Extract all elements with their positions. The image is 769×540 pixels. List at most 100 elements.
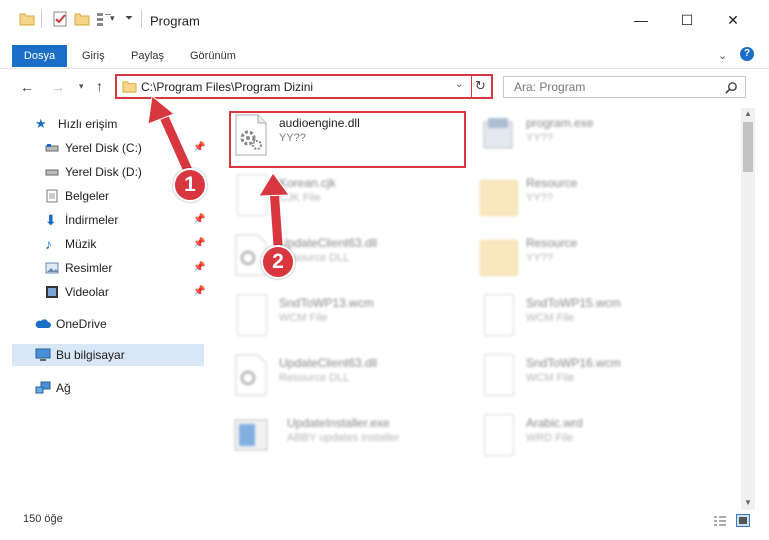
exe-icon	[483, 118, 513, 149]
search-box[interactable]: Ara: Program	[503, 76, 746, 98]
file-type: WRD File	[526, 432, 574, 444]
back-arrow-icon[interactable]: ←	[20, 79, 34, 95]
recent-locations-icon[interactable]: ▾	[79, 81, 84, 92]
minimize-button[interactable]: —	[618, 12, 664, 28]
video-icon	[46, 286, 58, 298]
nav-item-label: Hızlı erişim	[58, 117, 118, 131]
details-view-icon[interactable]	[713, 515, 727, 527]
file-item-sndtowp16[interactable]: SndToWP16.wcm WCM File	[480, 354, 710, 404]
refresh-icon[interactable]: ↻	[475, 78, 486, 94]
dll-gear-icon	[235, 354, 267, 396]
large-icons-view-icon[interactable]	[736, 514, 750, 527]
nav-item-label: Belgeler	[65, 189, 110, 203]
nav-item-label: OneDrive	[56, 317, 107, 331]
separator	[471, 76, 472, 97]
chevron-down-icon[interactable]: ⌄	[455, 79, 463, 90]
file-name: program.exe	[526, 116, 594, 130]
tab-file[interactable]: Dosya	[12, 45, 67, 67]
expand-ribbon-icon[interactable]: ⌄	[718, 49, 727, 62]
file-name: Korean.cjk	[279, 176, 336, 190]
file-item-updateinstaller[interactable]: UpdateInstaller.exe ABBY updates install…	[233, 414, 463, 464]
scrollbar-thumb[interactable]	[743, 122, 753, 172]
help-icon[interactable]: ?	[740, 47, 754, 61]
network-icon	[35, 381, 51, 394]
file-item-resource-folder[interactable]: Resource YY??	[480, 174, 710, 224]
divider	[0, 68, 769, 69]
cloud-icon	[35, 319, 51, 328]
tab-view[interactable]: Görünüm	[190, 45, 236, 67]
nav-item-this-pc[interactable]: Bu bilgisayar	[35, 345, 215, 365]
item-count: 150 öğe	[23, 513, 63, 525]
file-name: SndToWP15.wcm	[526, 296, 621, 310]
nav-item-label: Müzik	[65, 237, 97, 251]
nav-item-pictures[interactable]: Resimler 📌	[45, 258, 215, 278]
file-item-sndtowp13[interactable]: SndToWP13.wcm WCM File	[233, 294, 453, 344]
new-folder-icon[interactable]	[74, 11, 90, 27]
file-item-resource-folder[interactable]: Resource YY??	[480, 234, 710, 284]
pictures-icon	[45, 262, 59, 274]
file-name: SndToWP13.wcm	[279, 296, 374, 310]
up-arrow-icon[interactable]: ↑	[96, 78, 103, 94]
maximize-button[interactable]: ☐	[664, 12, 710, 29]
star-icon: ★	[35, 116, 47, 131]
document-icon	[484, 414, 514, 456]
nav-item-downloads[interactable]: ⬇ İndirmeler 📌	[45, 210, 215, 230]
nav-item-label: Bu bilgisayar	[56, 348, 125, 362]
scroll-up-icon[interactable]: ▲	[744, 109, 752, 118]
chevron-down-icon[interactable]: ▾	[110, 13, 115, 24]
pin-icon: 📌	[193, 214, 206, 225]
file-item-sndtowp15[interactable]: SndToWP15.wcm WCM File	[480, 294, 710, 344]
address-bar[interactable]: C:\Program Files\Program Dizini ⌄ ↻	[115, 74, 493, 99]
properties-icon[interactable]	[52, 11, 68, 27]
nav-item-local-disk-c[interactable]: Yerel Disk (C:) 📌	[45, 138, 215, 158]
document-icon	[237, 294, 267, 336]
file-type: CJK File	[279, 192, 321, 204]
drive-icon	[45, 144, 59, 152]
nav-item-label: İndirmeler	[65, 213, 119, 227]
pin-icon: 📌	[193, 142, 206, 153]
step-badge-2: 2	[261, 245, 295, 279]
folder-icon	[19, 13, 35, 26]
file-item-korean-cjk[interactable]: Korean.cjk CJK File	[233, 174, 453, 224]
document-icon	[484, 294, 514, 336]
nav-item-label: Ağ	[56, 381, 71, 395]
close-button[interactable]: ✕	[710, 12, 756, 29]
download-icon: ⬇	[45, 212, 57, 228]
highlight-box	[229, 111, 466, 168]
file-name: Arabic.wrd	[526, 416, 583, 430]
tab-share[interactable]: Paylaş	[131, 45, 164, 67]
address-path[interactable]: C:\Program Files\Program Dizini	[141, 80, 313, 94]
file-name: SndToWP16.wcm	[526, 356, 621, 370]
nav-item-onedrive[interactable]: OneDrive	[35, 314, 215, 334]
file-type: YY??	[526, 192, 553, 204]
nav-item-network[interactable]: Ağ	[35, 378, 215, 398]
nav-item-label: Yerel Disk (C:)	[65, 141, 142, 155]
window-title: Program	[150, 13, 200, 29]
nav-item-quick-access[interactable]: ★ Hızlı erişim	[35, 114, 215, 134]
nav-item-music[interactable]: ♪ Müzik 📌	[45, 234, 215, 254]
customize-toolbar-icon[interactable]: ⏷	[125, 13, 133, 24]
file-item-program-exe[interactable]: program.exe YY??	[480, 114, 710, 164]
file-type: YY??	[526, 252, 553, 264]
folder-icon	[480, 180, 518, 216]
forward-arrow-icon[interactable]: →	[51, 79, 65, 95]
file-item-arabic-wrd[interactable]: Arabic.wrd WRD File	[480, 414, 710, 464]
tab-home[interactable]: Giriş	[82, 45, 105, 67]
nav-item-label: Yerel Disk (D:)	[65, 165, 142, 179]
search-icon[interactable]	[725, 81, 738, 94]
file-name: UpdateInstaller.exe	[287, 416, 390, 430]
installer-icon	[234, 419, 268, 451]
nav-item-videos[interactable]: Videolar 📌	[45, 282, 215, 302]
pin-icon: 📌	[193, 286, 206, 297]
folder-icon	[122, 81, 137, 93]
title-bar: ▾ ⏷ Program — ☐ ✕	[0, 0, 769, 40]
file-name: UpdateClient63.dll	[279, 236, 378, 250]
file-type: Resource DLL	[279, 372, 350, 384]
search-input[interactable]: Ara: Program	[514, 80, 585, 94]
file-item-updateclient63[interactable]: UpdateClient63.dll Resource DLL	[233, 354, 453, 404]
file-name: UpdateClient63.dll	[279, 356, 378, 370]
file-type: YY??	[526, 132, 553, 144]
scroll-down-icon[interactable]: ▼	[744, 498, 752, 507]
documents-icon	[46, 189, 58, 203]
file-type: ABBY updates installer	[287, 432, 400, 444]
